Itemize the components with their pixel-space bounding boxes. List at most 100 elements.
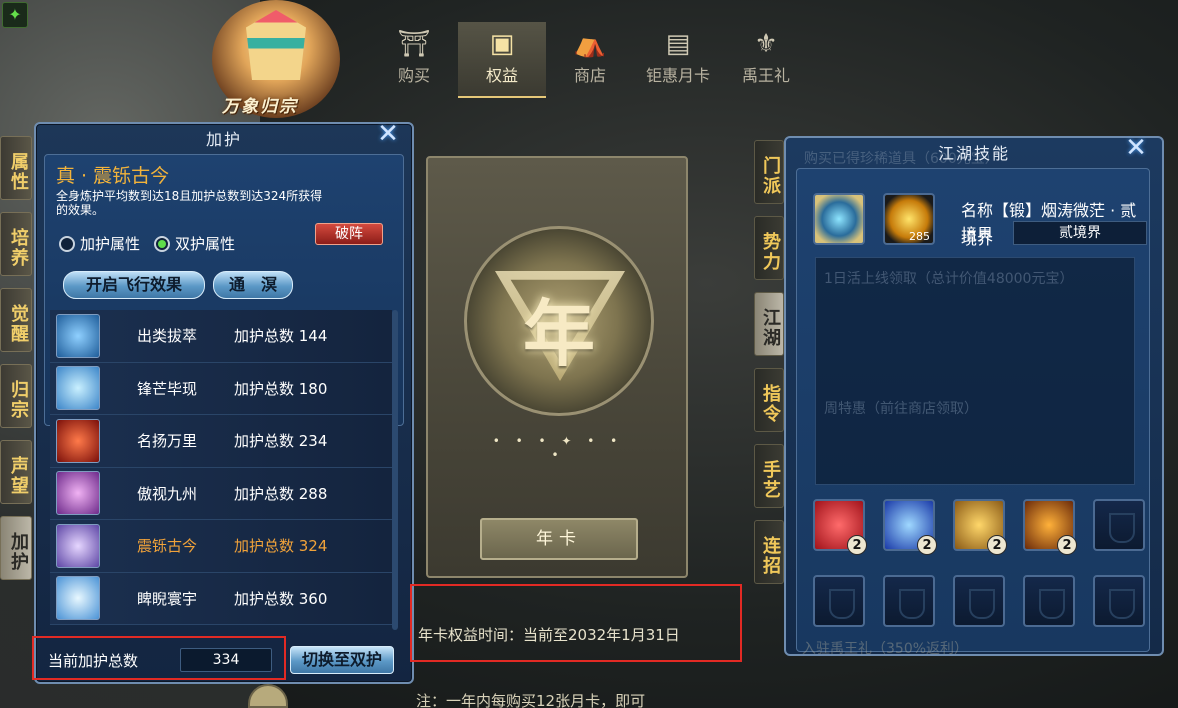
- right-tab-jianghu[interactable]: 江湖: [754, 292, 784, 356]
- tab-monthly-card-label: 钜惠月卡: [645, 66, 710, 85]
- tongming-button[interactable]: 通 溟: [213, 271, 293, 299]
- footer-note: 注：一年内每购买12张月卡，即可: [416, 692, 646, 708]
- monthly-card-icon: ▤: [665, 29, 691, 59]
- item-count: 加护总数 234: [234, 432, 328, 451]
- item-name: 出类拔萃: [136, 327, 197, 346]
- skill-slot-empty[interactable]: [883, 575, 935, 627]
- switch-double-guard-button[interactable]: 切换至双护: [290, 646, 394, 674]
- item-name: 睥睨寰宇: [136, 589, 197, 608]
- radio-dot-checked: [154, 235, 171, 252]
- item-name: 名扬万里: [136, 432, 197, 451]
- right-tab-sect[interactable]: 门派: [754, 140, 784, 204]
- item-count: 加护总数 288: [234, 484, 328, 503]
- tab-monthly-card[interactable]: ▤ 钜惠月卡: [634, 22, 722, 98]
- list-item[interactable]: 出类拔萃 加护总数 144: [50, 310, 392, 363]
- list-item-selected[interactable]: 震铄古今 加护总数 324: [50, 520, 392, 573]
- ghost-line-1: 1日活上线领取（总计价值48000元宝）: [824, 271, 1074, 287]
- skill-slot-sword[interactable]: 2: [813, 499, 867, 555]
- skill-slot-empty[interactable]: [1093, 575, 1145, 627]
- list-item[interactable]: 锋芒毕现 加护总数 180: [50, 362, 392, 415]
- radio-single-guard[interactable]: 加护属性: [59, 233, 140, 254]
- tab-shop[interactable]: ⛺ 商店: [546, 22, 634, 98]
- tab-yuwang-gift-label: 禹王礼: [741, 66, 790, 85]
- skill-slot-empty[interactable]: [953, 575, 1005, 627]
- radio-double-label: 双护属性: [175, 235, 236, 253]
- slot-count: 2: [1057, 535, 1077, 555]
- slot-count: 2: [847, 535, 867, 555]
- wing-purple-icon: [56, 471, 100, 516]
- item-name: 震铄古今: [136, 537, 197, 556]
- right-side-tabs: 门派 势力 江湖 指令 手艺 连招: [754, 140, 784, 596]
- highlight-box-total: [32, 636, 286, 680]
- radio-dot: [59, 235, 75, 252]
- skill-description-box: 1日活上线领取（总计价值48000元宝） 周特惠（前往商店领取）: [815, 257, 1135, 485]
- item-name: 傲视九州: [136, 484, 197, 503]
- side-tab-awaken[interactable]: 觉醒: [0, 288, 32, 352]
- side-tab-guard[interactable]: 加护: [0, 516, 32, 580]
- side-tab-prestige[interactable]: 声望: [0, 440, 32, 504]
- skill-panel-title: 江湖技能: [937, 144, 1010, 163]
- item-count: 加护总数 144: [234, 327, 328, 346]
- year-card-button[interactable]: 年卡: [480, 518, 638, 560]
- guard-panel-title: 加护: [205, 130, 242, 149]
- realm-label: 境界: [961, 229, 994, 248]
- top-nav: ⛩ 购买 ▣ 权益 ⛺ 商店 ▤ 钜惠月卡 ⚜ 禹王礼: [370, 22, 810, 98]
- shop-icon: ⛺: [573, 29, 607, 59]
- list-scrollbar[interactable]: [392, 310, 398, 630]
- gate-icon: ⛩: [397, 29, 431, 59]
- break-formation-button[interactable]: 破阵: [315, 223, 383, 245]
- year-medal-icon: 年: [464, 226, 654, 416]
- skill-close-icon[interactable]: ✕: [1122, 134, 1150, 162]
- tab-benefits[interactable]: ▣ 权益: [458, 22, 546, 98]
- flight-effect-button[interactable]: 开启飞行效果: [63, 271, 205, 299]
- tab-shop-label: 商店: [573, 66, 606, 85]
- emblem-icon: ⚜: [754, 29, 778, 59]
- radio-single-label: 加护属性: [80, 235, 141, 253]
- tab-yuwang-gift[interactable]: ⚜ 禹王礼: [722, 22, 810, 98]
- side-tab-return[interactable]: 归宗: [0, 364, 32, 428]
- item-count: 加护总数 324: [234, 537, 328, 556]
- ornament-dots: • • • ✦ • • •: [492, 434, 624, 462]
- logo-text: 万象归宗: [222, 97, 298, 117]
- side-tab-attributes[interactable]: 属性: [0, 136, 32, 200]
- ghost-line-2: 周特惠（前往商店领取）: [824, 401, 978, 417]
- right-tab-craft[interactable]: 手艺: [754, 444, 784, 508]
- list-item[interactable]: 睥睨寰宇 加护总数 360: [50, 572, 392, 625]
- guard-attr-radio-group: 加护属性 双护属性: [59, 233, 235, 254]
- right-tab-force[interactable]: 势力: [754, 216, 784, 280]
- item-count: 加护总数 360: [234, 589, 328, 608]
- tab-buy[interactable]: ⛩ 购买: [370, 22, 458, 98]
- radio-double-guard[interactable]: 双护属性: [154, 233, 235, 254]
- wing-white-icon: [56, 576, 100, 621]
- slot-count: 2: [987, 535, 1007, 555]
- scroll-skill-icon[interactable]: [813, 193, 865, 245]
- list-item[interactable]: 名扬万里 加护总数 234: [50, 415, 392, 468]
- year-char: 年: [522, 291, 595, 376]
- year-card: 年 • • • ✦ • • • 年卡: [426, 156, 688, 578]
- effect-description: 全身炼护平均数到达18且加护总数到达324所获得的效果。: [56, 189, 323, 217]
- tab-buy-label: 购买: [397, 66, 430, 85]
- list-item[interactable]: 傲视九州 加护总数 288: [50, 467, 392, 520]
- slot-count: 2: [917, 535, 937, 555]
- corner-status-icon[interactable]: ✦: [2, 2, 28, 28]
- skill-slot-empty[interactable]: [813, 575, 865, 627]
- right-tab-combo[interactable]: 连招: [754, 520, 784, 584]
- realm-value: 贰境界: [1013, 221, 1147, 245]
- right-tab-command[interactable]: 指令: [754, 368, 784, 432]
- skill-detail-box: 285 名称【锻】烟涛微茫 · 贰境界 境界 贰境界 1日活上线领取（总计价值4…: [796, 168, 1150, 652]
- benefit-time-text: 年卡权益时间：当前至2032年1月31日: [418, 626, 680, 644]
- item-count: 加护总数 180: [234, 379, 328, 398]
- guard-close-icon[interactable]: ✕: [374, 120, 402, 148]
- side-tab-cultivate[interactable]: 培养: [0, 212, 32, 276]
- skill-slot-vortex[interactable]: 2: [1023, 499, 1077, 555]
- icon-badge: 285: [909, 230, 930, 243]
- skill-slot-flame-pot[interactable]: 2: [953, 499, 1007, 555]
- bottom-ghost-text: 入驻禹王礼（350%返利）: [802, 641, 969, 657]
- fire-orb-icon[interactable]: 285: [883, 193, 935, 245]
- skill-slot-empty[interactable]: [1023, 575, 1075, 627]
- wing-violet-icon: [56, 523, 100, 568]
- skill-slot-blue-orb[interactable]: 2: [883, 499, 937, 555]
- wing-red-icon: [56, 418, 100, 463]
- left-side-tabs: 属性 培养 觉醒 归宗 声望 加护: [0, 136, 34, 592]
- skill-slot-empty[interactable]: [1093, 499, 1145, 551]
